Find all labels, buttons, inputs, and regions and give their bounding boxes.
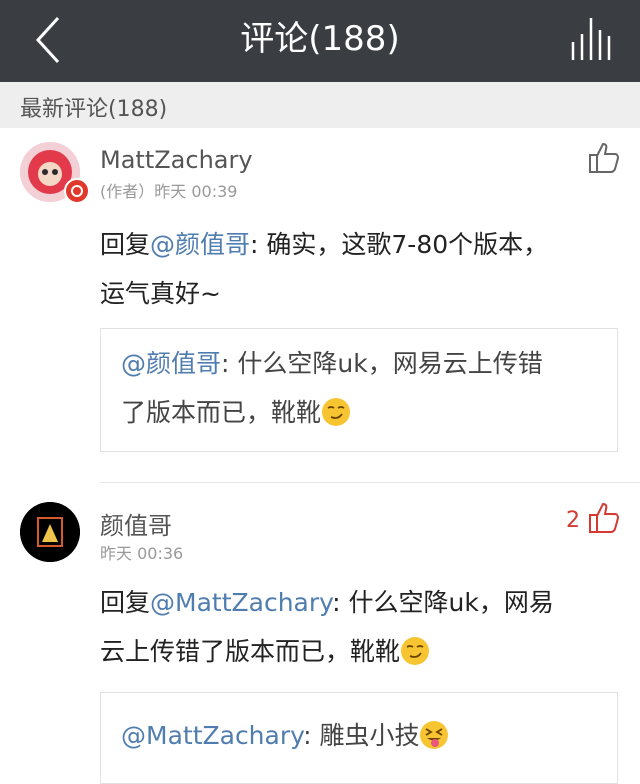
comment-username[interactable]: 颜值哥 [100, 506, 172, 541]
reply-text-line2: 云上传错了版本而已，靴靴 [100, 637, 401, 666]
thumbs-up-icon[interactable] [586, 140, 622, 176]
comment-text: 回复@颜值哥: 确实，这歌7-80个版本， 运气真好~ [100, 220, 600, 318]
comment-text: 回复@MattZachary: 什么空降uk，网易 云上传错了版本而已，靴靴 [100, 578, 600, 676]
quote-mention-link[interactable]: @MattZachary [121, 721, 303, 750]
section-title: 最新评论(188) [20, 97, 168, 122]
bars-icon[interactable] [570, 16, 614, 62]
comment-divider [100, 482, 640, 483]
comment-item: MattZachary (作者）昨天 00:39 回复@颜值哥: 确实，这歌7-… [0, 128, 640, 480]
reply-text: : 什么空降uk，网易 [332, 588, 554, 617]
comment-meta: (作者）昨天 00:39 [100, 182, 238, 201]
reply-text: : 确实，这歌7-80个版本， [250, 230, 549, 259]
quoted-comment[interactable]: @颜值哥: 什么空降uk，网易云上传错 了版本而已，靴靴 [100, 328, 618, 452]
avatar[interactable] [20, 502, 80, 562]
quote-mention-link[interactable]: @颜值哥 [121, 349, 221, 378]
reply-prefix: 回复 [100, 588, 151, 617]
quoted-comment[interactable]: @MattZachary: 雕虫小技 [100, 692, 618, 784]
quote-text: @颜值哥: 什么空降uk，网易云上传错 了版本而已，靴靴 [121, 339, 601, 437]
comment-meta: 昨天 00:36 [100, 544, 184, 563]
comment-item: 颜值哥 昨天 00:36 2 回复@MattZachary: 什么空降uk，网易… [0, 484, 640, 784]
tongue-out-emoji-icon [420, 721, 449, 749]
like-count: 2 [566, 508, 580, 533]
quote-text-line2: 了版本而已，靴靴 [121, 398, 322, 427]
smirk-emoji-icon [322, 398, 351, 426]
quote-text: @MattZachary: 雕虫小技 [121, 711, 601, 760]
page-title: 评论(188) [240, 19, 400, 59]
mention-link[interactable]: @颜值哥 [150, 230, 250, 259]
thumbs-up-icon[interactable] [586, 500, 622, 536]
top-bar: 评论(188) [0, 0, 640, 82]
comment-username[interactable]: MattZachary [100, 146, 253, 174]
reply-prefix: 回复 [100, 230, 151, 259]
reply-text-line2: 运气真好~ [100, 279, 221, 308]
section-header: 最新评论(188) [0, 82, 640, 128]
quote-text-line1: : 什么空降uk，网易云上传错 [221, 349, 543, 378]
avatar-image [20, 502, 80, 562]
smirk-emoji-icon [401, 637, 430, 665]
quote-text-line1: : 雕虫小技 [303, 721, 420, 750]
mention-link[interactable]: @MattZachary [150, 588, 332, 617]
creator-badge-icon [64, 178, 90, 204]
